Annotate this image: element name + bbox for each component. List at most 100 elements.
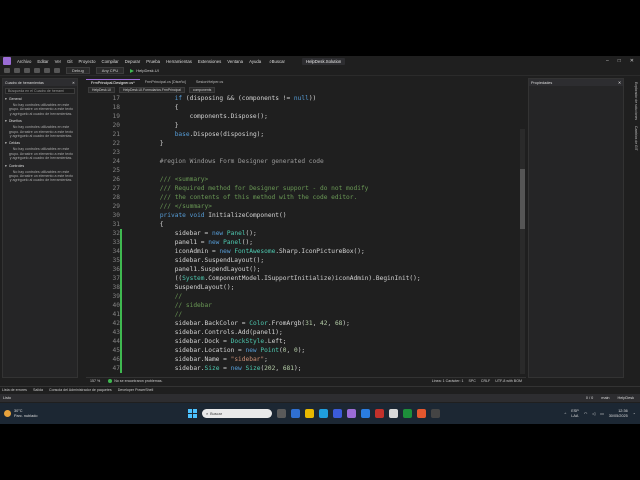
new-file-icon[interactable] [24,68,30,73]
volume-icon[interactable]: ◁ [592,411,595,416]
git-changes-count[interactable]: 0 / 0 [586,396,593,400]
toolbox-search-input[interactable]: Búsqueda en el Cuadro de herrami [5,88,75,94]
toolbox-group-celdas[interactable]: ▾ Celdas No hay controles utilizables en … [3,141,77,160]
code-line[interactable]: 40 // sidebar [86,301,526,310]
code-line[interactable]: 32 sidebar = new Panel(); [86,229,526,238]
code-line[interactable]: 31 { [86,220,526,229]
code-line[interactable]: 26 /// <summary> [86,175,526,184]
code-editor[interactable]: 17 if (disposing && (components != null)… [86,93,526,374]
windows-start-icon[interactable] [188,409,197,418]
menu-prueba[interactable]: Prueba [143,59,163,64]
run-button[interactable]: HelpDesk.UI [130,68,159,73]
code-line[interactable]: 24 #region Windows Form Designer generat… [86,157,526,166]
tab-frmprincipal-design[interactable]: FrmPrincipal.cs [Diseño] [140,79,191,86]
indent-mode[interactable]: SPC [468,379,475,383]
menu-git[interactable]: Git [64,59,76,64]
file-explorer-icon[interactable] [291,409,300,418]
file-encoding[interactable]: UTF-8 with BOM [495,379,522,383]
app-icon[interactable] [417,409,426,418]
code-line[interactable]: 20 } [86,121,526,130]
code-line[interactable]: 38 SuspendLayout(); [86,283,526,292]
undo-icon[interactable] [44,68,50,73]
code-line[interactable]: 17 if (disposing && (components != null)… [86,94,526,103]
line-endings[interactable]: CRLF [481,379,490,383]
platform-dropdown[interactable]: Any CPU [95,67,125,74]
tab-designer-cs[interactable]: FrmPrincipal.Designer.cs* [86,79,140,86]
sql-server-icon[interactable] [375,409,384,418]
code-line[interactable]: 34 iconAdmin = new FontAwesome.Sharp.Ico… [86,247,526,256]
visual-studio-icon[interactable] [347,409,356,418]
tab-package-manager-console[interactable]: Consola del Administrador de paquetes [49,388,112,392]
chevron-up-icon[interactable]: ^ [564,412,566,416]
save-icon[interactable] [34,68,40,73]
zoom-level[interactable]: 157 % [86,379,104,383]
code-line[interactable]: 27 /// Required method for Designer supp… [86,184,526,193]
code-line[interactable]: 46 sidebar.Name = "sidebar"; [86,355,526,364]
toolbox-group-disenos[interactable]: ▾ Diseños No hay controles utilizables en… [3,119,77,138]
minimize-icon[interactable]: – [606,58,609,64]
close-icon[interactable]: ✕ [630,58,634,64]
tab-solution-explorer[interactable]: Explorador de soluciones [626,82,638,120]
vscode-icon[interactable] [361,409,370,418]
code-line[interactable]: 41 // [86,310,526,319]
tab-output[interactable]: Salida [33,388,43,392]
clock[interactable]: 12:36 30/05/2025 [609,409,628,418]
menu-extensiones[interactable]: Extensiones [195,59,224,64]
code-line[interactable]: 19 components.Dispose(); [86,112,526,121]
code-line[interactable]: 44 sidebar.Dock = DockStyle.Left; [86,337,526,346]
code-line[interactable]: 42 sidebar.BackColor = Color.FromArgb(31… [86,319,526,328]
tab-developer-powershell[interactable]: Developer PowerShell [118,388,154,392]
code-line[interactable]: 22 } [86,139,526,148]
edge-icon[interactable] [319,409,328,418]
code-line[interactable]: 21 base.Dispose(disposing); [86,130,526,139]
menu-search[interactable]: ⌕ Buscar [266,59,288,64]
code-line[interactable]: 28 /// the contents of this method with … [86,193,526,202]
issues-indicator[interactable]: No se encontraron problemas. [108,379,163,383]
notepad-icon[interactable] [389,409,398,418]
forward-icon[interactable] [14,68,20,73]
tab-sesionhelper[interactable]: SesionHelper.cs [191,79,228,86]
taskbar-search[interactable]: ⌕ Buscar [202,409,272,418]
code-line[interactable]: 29 /// </summary> [86,202,526,211]
code-line[interactable]: 23 [86,148,526,157]
toolbox-group-controles[interactable]: ▾ Controles No hay controles utilizables … [3,164,77,183]
code-line[interactable]: 33 panel1 = new Panel(); [86,238,526,247]
menu-archivo[interactable]: Archivo [14,59,34,64]
task-view-icon[interactable] [277,409,286,418]
terminal-icon[interactable] [431,409,440,418]
menu-editar[interactable]: Editar [34,59,51,64]
excel-icon[interactable] [403,409,412,418]
config-dropdown[interactable]: Debug [66,67,90,74]
code-line[interactable]: 25 [86,166,526,175]
scrollbar-thumb[interactable] [520,169,525,229]
code-line[interactable]: 39 // [86,292,526,301]
code-line[interactable]: 45 sidebar.Location = new Point(0, 0); [86,346,526,355]
panel-close-icon[interactable]: ✕ [72,81,75,85]
language-indicator[interactable]: ESP LAA [571,409,579,418]
git-branch[interactable]: main [601,396,609,400]
menu-ver[interactable]: Ver [52,59,64,64]
editor-scrollbar[interactable] [520,129,525,374]
maximize-icon[interactable]: □ [618,58,621,64]
menu-herramientas[interactable]: Herramientas [163,59,195,64]
notification-bell-icon[interactable]: ◔ [633,412,635,416]
battery-icon[interactable]: ▭ [600,411,604,416]
toolbox-group-general[interactable]: ▾ General No hay controles utilizables en… [3,97,77,116]
tab-git-changes[interactable]: Cambios de GIT [626,126,638,151]
code-line[interactable]: 36 panel1.SuspendLayout(); [86,265,526,274]
tab-error-list[interactable]: Lista de errores [2,388,27,392]
menu-proyecto[interactable]: Proyecto [76,59,99,64]
code-line[interactable]: 35 sidebar.SuspendLayout(); [86,256,526,265]
back-icon[interactable] [4,68,10,73]
menu-ayuda[interactable]: Ayuda [246,59,264,64]
wifi-icon[interactable]: ◠ [584,411,587,416]
code-line[interactable]: 43 sidebar.Controls.Add(panel1); [86,328,526,337]
code-line[interactable]: 47 sidebar.Size = new Size(202, 681); [86,364,526,373]
menu-ventana[interactable]: Ventana [224,59,246,64]
store-icon[interactable] [333,409,342,418]
status-project[interactable]: HelpDesk [618,396,634,400]
menu-depurar[interactable]: Depurar [122,59,144,64]
weather-widget[interactable]: 30°C Parc. nublado [0,409,90,418]
code-line[interactable]: 37 ((System.ComponentModel.ISupportIniti… [86,274,526,283]
redo-icon[interactable] [54,68,60,73]
